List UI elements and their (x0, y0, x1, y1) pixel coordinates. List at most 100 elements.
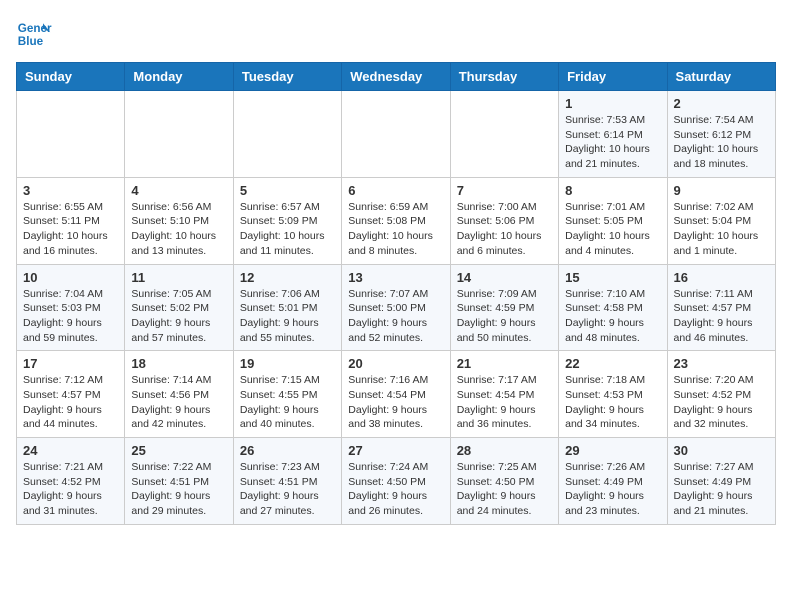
day-info: Sunrise: 7:10 AM Sunset: 4:58 PM Dayligh… (565, 287, 660, 346)
day-number: 29 (565, 443, 660, 458)
day-number: 7 (457, 183, 552, 198)
day-number: 11 (131, 270, 226, 285)
weekday-header-thursday: Thursday (450, 63, 558, 91)
day-number: 28 (457, 443, 552, 458)
calendar-cell: 29 Sunrise: 7:26 AM Sunset: 4:49 PM Dayli… (559, 438, 667, 525)
day-number: 3 (23, 183, 118, 198)
weekday-header-wednesday: Wednesday (342, 63, 450, 91)
day-info: Sunrise: 7:14 AM Sunset: 4:56 PM Dayligh… (131, 373, 226, 432)
day-number: 23 (674, 356, 769, 371)
calendar-table: SundayMondayTuesdayWednesdayThursdayFrid… (16, 62, 776, 525)
calendar-cell: 3 Sunrise: 6:55 AM Sunset: 5:11 PM Daylig… (17, 177, 125, 264)
calendar-cell: 13 Sunrise: 7:07 AM Sunset: 5:00 PM Dayli… (342, 264, 450, 351)
calendar-week-row: 24 Sunrise: 7:21 AM Sunset: 4:52 PM Dayli… (17, 438, 776, 525)
day-number: 8 (565, 183, 660, 198)
weekday-header-monday: Monday (125, 63, 233, 91)
calendar-cell: 25 Sunrise: 7:22 AM Sunset: 4:51 PM Dayli… (125, 438, 233, 525)
day-number: 10 (23, 270, 118, 285)
calendar-cell: 23 Sunrise: 7:20 AM Sunset: 4:52 PM Dayli… (667, 351, 775, 438)
day-info: Sunrise: 7:53 AM Sunset: 6:14 PM Dayligh… (565, 113, 660, 172)
day-info: Sunrise: 7:07 AM Sunset: 5:00 PM Dayligh… (348, 287, 443, 346)
day-number: 15 (565, 270, 660, 285)
day-info: Sunrise: 7:26 AM Sunset: 4:49 PM Dayligh… (565, 460, 660, 519)
calendar-cell: 15 Sunrise: 7:10 AM Sunset: 4:58 PM Dayli… (559, 264, 667, 351)
page-header: General Blue (16, 16, 776, 52)
calendar-cell: 20 Sunrise: 7:16 AM Sunset: 4:54 PM Dayli… (342, 351, 450, 438)
day-info: Sunrise: 7:23 AM Sunset: 4:51 PM Dayligh… (240, 460, 335, 519)
calendar-cell (450, 91, 558, 178)
calendar-cell (17, 91, 125, 178)
calendar-cell: 14 Sunrise: 7:09 AM Sunset: 4:59 PM Dayli… (450, 264, 558, 351)
day-number: 24 (23, 443, 118, 458)
day-info: Sunrise: 7:54 AM Sunset: 6:12 PM Dayligh… (674, 113, 769, 172)
day-info: Sunrise: 7:01 AM Sunset: 5:05 PM Dayligh… (565, 200, 660, 259)
calendar-week-row: 17 Sunrise: 7:12 AM Sunset: 4:57 PM Dayli… (17, 351, 776, 438)
calendar-week-row: 3 Sunrise: 6:55 AM Sunset: 5:11 PM Daylig… (17, 177, 776, 264)
day-number: 17 (23, 356, 118, 371)
calendar-cell: 28Sunrise: 7:25 AM Sunset: 4:50 PM Dayli… (450, 438, 558, 525)
day-info: Sunrise: 7:18 AM Sunset: 4:53 PM Dayligh… (565, 373, 660, 432)
day-number: 4 (131, 183, 226, 198)
calendar-cell: 6Sunrise: 6:59 AM Sunset: 5:08 PM Daylig… (342, 177, 450, 264)
day-info: Sunrise: 7:16 AM Sunset: 4:54 PM Dayligh… (348, 373, 443, 432)
day-info: Sunrise: 7:09 AM Sunset: 4:59 PM Dayligh… (457, 287, 552, 346)
day-number: 30 (674, 443, 769, 458)
day-number: 5 (240, 183, 335, 198)
day-number: 1 (565, 96, 660, 111)
logo-icon: General Blue (16, 16, 52, 52)
calendar-cell: 9Sunrise: 7:02 AM Sunset: 5:04 PM Daylig… (667, 177, 775, 264)
calendar-cell: 21 Sunrise: 7:17 AM Sunset: 4:54 PM Dayli… (450, 351, 558, 438)
calendar-week-row: 10 Sunrise: 7:04 AM Sunset: 5:03 PM Dayli… (17, 264, 776, 351)
calendar-cell: 22 Sunrise: 7:18 AM Sunset: 4:53 PM Dayli… (559, 351, 667, 438)
day-info: Sunrise: 7:17 AM Sunset: 4:54 PM Dayligh… (457, 373, 552, 432)
calendar-cell (233, 91, 341, 178)
calendar-cell: 27 Sunrise: 7:24 AM Sunset: 4:50 PM Dayli… (342, 438, 450, 525)
calendar-cell: 16Sunrise: 7:11 AM Sunset: 4:57 PM Dayli… (667, 264, 775, 351)
day-info: Sunrise: 7:00 AM Sunset: 5:06 PM Dayligh… (457, 200, 552, 259)
calendar-cell: 18 Sunrise: 7:14 AM Sunset: 4:56 PM Dayli… (125, 351, 233, 438)
day-number: 19 (240, 356, 335, 371)
day-info: Sunrise: 6:56 AM Sunset: 5:10 PM Dayligh… (131, 200, 226, 259)
day-info: Sunrise: 7:12 AM Sunset: 4:57 PM Dayligh… (23, 373, 118, 432)
weekday-header-friday: Friday (559, 63, 667, 91)
day-info: Sunrise: 7:24 AM Sunset: 4:50 PM Dayligh… (348, 460, 443, 519)
day-info: Sunrise: 7:22 AM Sunset: 4:51 PM Dayligh… (131, 460, 226, 519)
day-number: 6 (348, 183, 443, 198)
day-info: Sunrise: 7:02 AM Sunset: 5:04 PM Dayligh… (674, 200, 769, 259)
day-info: Sunrise: 7:05 AM Sunset: 5:02 PM Dayligh… (131, 287, 226, 346)
day-number: 25 (131, 443, 226, 458)
calendar-cell: 24 Sunrise: 7:21 AM Sunset: 4:52 PM Dayli… (17, 438, 125, 525)
calendar-cell: 2 Sunrise: 7:54 AM Sunset: 6:12 PM Daylig… (667, 91, 775, 178)
day-number: 22 (565, 356, 660, 371)
svg-text:Blue: Blue (18, 35, 44, 48)
weekday-header-saturday: Saturday (667, 63, 775, 91)
day-number: 14 (457, 270, 552, 285)
day-info: Sunrise: 7:20 AM Sunset: 4:52 PM Dayligh… (674, 373, 769, 432)
day-number: 20 (348, 356, 443, 371)
calendar-cell (342, 91, 450, 178)
calendar-week-row: 1 Sunrise: 7:53 AM Sunset: 6:14 PM Daylig… (17, 91, 776, 178)
day-number: 2 (674, 96, 769, 111)
calendar-header-row: SundayMondayTuesdayWednesdayThursdayFrid… (17, 63, 776, 91)
day-number: 13 (348, 270, 443, 285)
day-number: 16 (674, 270, 769, 285)
logo: General Blue (16, 16, 52, 52)
calendar-cell: 4 Sunrise: 6:56 AM Sunset: 5:10 PM Daylig… (125, 177, 233, 264)
day-number: 18 (131, 356, 226, 371)
day-info: Sunrise: 6:55 AM Sunset: 5:11 PM Dayligh… (23, 200, 118, 259)
calendar-cell: 8 Sunrise: 7:01 AM Sunset: 5:05 PM Daylig… (559, 177, 667, 264)
calendar-cell (125, 91, 233, 178)
day-number: 12 (240, 270, 335, 285)
calendar-cell: 26Sunrise: 7:23 AM Sunset: 4:51 PM Dayli… (233, 438, 341, 525)
day-info: Sunrise: 7:06 AM Sunset: 5:01 PM Dayligh… (240, 287, 335, 346)
day-info: Sunrise: 7:04 AM Sunset: 5:03 PM Dayligh… (23, 287, 118, 346)
day-number: 27 (348, 443, 443, 458)
calendar-cell: 19 Sunrise: 7:15 AM Sunset: 4:55 PM Dayli… (233, 351, 341, 438)
calendar-cell: 11 Sunrise: 7:05 AM Sunset: 5:02 PM Dayli… (125, 264, 233, 351)
calendar-cell: 10 Sunrise: 7:04 AM Sunset: 5:03 PM Dayli… (17, 264, 125, 351)
day-info: Sunrise: 7:21 AM Sunset: 4:52 PM Dayligh… (23, 460, 118, 519)
day-number: 21 (457, 356, 552, 371)
day-info: Sunrise: 7:15 AM Sunset: 4:55 PM Dayligh… (240, 373, 335, 432)
calendar-cell: 7 Sunrise: 7:00 AM Sunset: 5:06 PM Daylig… (450, 177, 558, 264)
day-info: Sunrise: 6:57 AM Sunset: 5:09 PM Dayligh… (240, 200, 335, 259)
